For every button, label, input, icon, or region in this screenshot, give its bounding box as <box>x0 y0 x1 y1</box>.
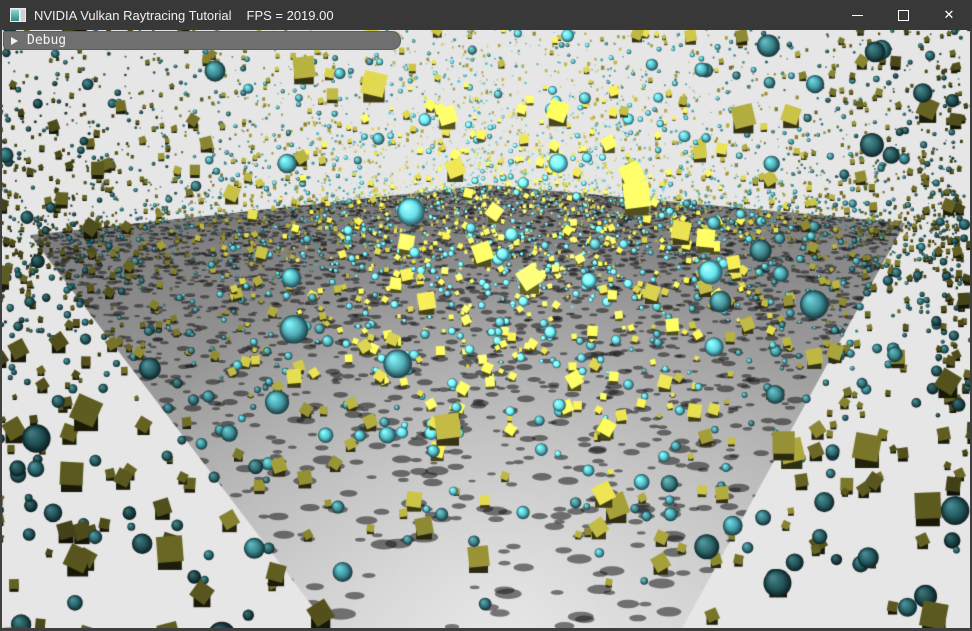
collapse-arrow-icon <box>11 37 18 45</box>
app-window-icon[interactable] <box>10 8 26 22</box>
maximize-icon <box>898 10 909 21</box>
debug-panel-header[interactable]: Debug <box>3 31 401 50</box>
close-icon: ✕ <box>944 9 955 22</box>
viewport-area: Debug <box>2 30 970 628</box>
close-button[interactable]: ✕ <box>926 0 972 30</box>
minimize-button[interactable] <box>834 0 880 30</box>
minimize-icon <box>852 15 863 16</box>
debug-panel-label: Debug <box>27 33 66 48</box>
fps-counter: FPS = 2019.00 <box>247 8 334 23</box>
maximize-button[interactable] <box>880 0 926 30</box>
window-controls: ✕ <box>834 0 972 30</box>
raytraced-viewport-canvas[interactable] <box>2 30 970 628</box>
app-window: NVIDIA Vulkan Raytracing Tutorial FPS = … <box>0 0 972 631</box>
window-title: NVIDIA Vulkan Raytracing Tutorial <box>34 8 232 23</box>
title-bar[interactable]: NVIDIA Vulkan Raytracing Tutorial FPS = … <box>0 0 972 30</box>
